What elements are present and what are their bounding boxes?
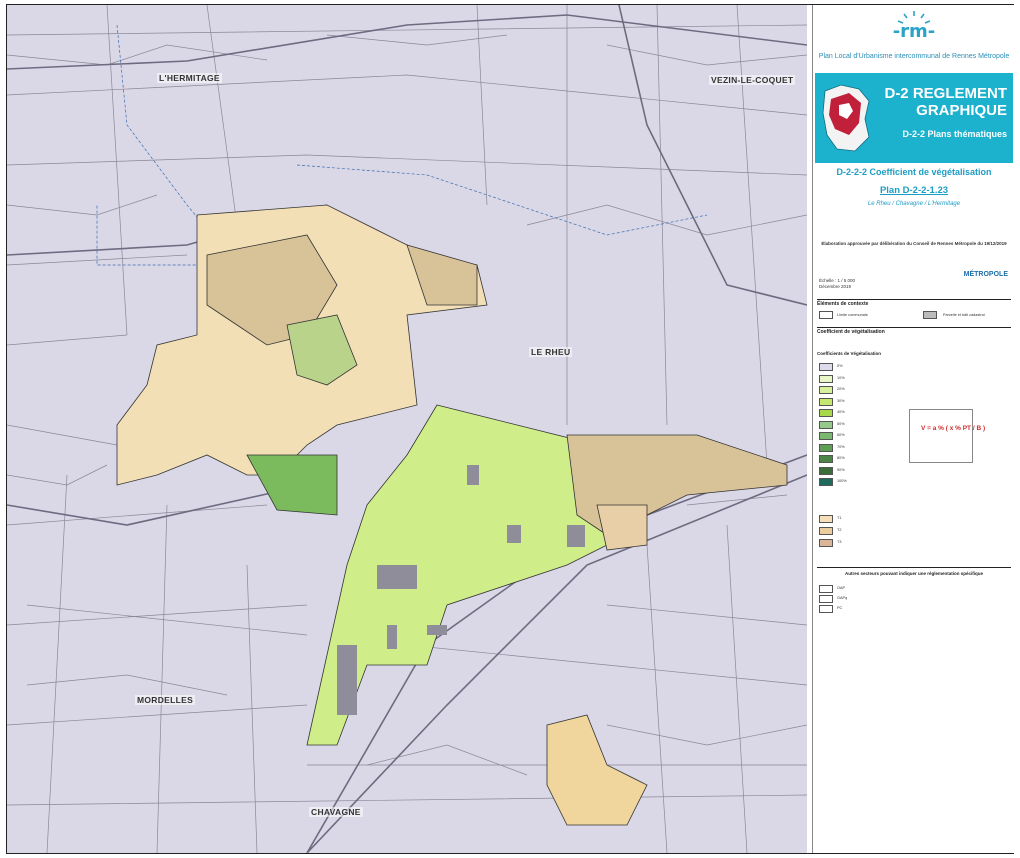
place-label-rheu: LE RHEU <box>529 347 573 357</box>
plu-title: Plan Local d'Urbanisme intercommunal de … <box>818 53 1010 60</box>
map-area[interactable]: L'HERMITAGE VEZIN-LE-COQUET LE RHEU MORD… <box>7 5 807 853</box>
divider <box>817 327 1011 328</box>
other-legend-swatch <box>819 585 833 593</box>
other-legend-swatch <box>819 595 833 603</box>
t-legend-code: T2 <box>837 528 842 532</box>
legend-panel: -rm- Plan Local d'Urbanisme intercommuna… <box>812 5 1014 853</box>
section-elements: Éléments de contexte <box>817 301 869 307</box>
metropole-logo: MÉTROPOLE <box>963 271 1008 278</box>
other-legend-code: OAPq <box>837 596 848 600</box>
coef-legend-code: 60% <box>837 433 845 437</box>
plan-number: Plan D-2-2-1.23 <box>879 185 949 196</box>
formula-box <box>909 409 973 463</box>
place-label-hermitage: L'HERMITAGE <box>157 73 222 83</box>
scale-info: Échelle : 1 / 5 000 Décembre 2019 <box>819 278 855 290</box>
coef-legend-code: 20% <box>837 387 845 391</box>
coef-legend-swatch <box>819 363 833 371</box>
coef-legend-code: 30% <box>837 398 845 403</box>
coef-legend-code: 70% <box>837 444 845 449</box>
banner-title: D-2 REGLEMENT GRAPHIQUE <box>884 85 1007 119</box>
banner-subtitle: D-2-2 Plans thématiques <box>902 129 1007 139</box>
approval-note: Élaboration approuvée par délibération d… <box>821 241 1007 246</box>
t-legend-code: T1 <box>837 516 842 520</box>
coef-legend-swatch <box>819 443 833 452</box>
date: Décembre 2019 <box>819 284 852 289</box>
coef-legend-swatch <box>819 374 833 383</box>
other-legend-swatch <box>819 605 833 613</box>
parcelle-label: Parcelle et bâti cadastral <box>943 313 985 317</box>
limite-label: Limite communale <box>837 313 868 317</box>
metropole-thumbnail-map <box>822 84 870 152</box>
coef-legend-swatch <box>819 397 833 406</box>
title-banner: D-2 REGLEMENT GRAPHIQUE D-2-2 Plans thém… <box>815 73 1013 163</box>
other-legend-code: PC <box>837 606 843 610</box>
coef-legend-code: 0% <box>837 364 843 368</box>
section-coef: Coefficient de végétalisation <box>817 329 885 335</box>
place-label-mordelles: MORDELLES <box>135 695 196 705</box>
t-legend-swatch <box>819 539 833 547</box>
t-legend-swatch <box>819 515 833 523</box>
coef-legend-code: 10% <box>837 375 845 380</box>
coef-legend-swatch <box>819 409 833 417</box>
coef-legend-code: 50% <box>837 421 845 426</box>
logo-text: -rm- <box>893 21 936 42</box>
coef-legend-swatch <box>819 386 833 394</box>
place-label-vezin: VEZIN-LE-COQUET <box>709 75 796 85</box>
place-label-chavagne: CHAVAGNE <box>309 807 363 817</box>
communes: Le Rheu / Chavagne / L'Hermitage <box>867 201 961 207</box>
limite-swatch <box>819 311 833 319</box>
t-legend-code: T3 <box>837 540 842 544</box>
map-canvas <box>7 5 807 853</box>
coef-legend-swatch <box>819 455 833 463</box>
t-legend-swatch <box>819 527 833 535</box>
section-coef-list: Coefficients de Végétalisation <box>817 351 882 356</box>
coef-legend-code: 80% <box>837 456 845 460</box>
coef-legend-code: 90% <box>837 467 845 472</box>
coef-legend-code: 100% <box>837 479 847 483</box>
theme-title: D-2-2-2 Coefficient de végétalisation <box>836 167 992 177</box>
coef-legend-swatch <box>819 420 833 429</box>
parcelle-swatch <box>923 311 937 319</box>
rm-logo: -rm- <box>813 7 1015 48</box>
coef-legend-swatch <box>819 478 833 486</box>
formula: V = a % ( x % PT / B ) <box>921 425 986 432</box>
divider <box>817 567 1011 568</box>
divider <box>817 299 1011 300</box>
coef-legend-code: 40% <box>837 410 845 414</box>
sun-icon: -rm- <box>893 11 936 42</box>
coef-legend-swatch <box>819 466 833 475</box>
coef-legend-swatch <box>819 432 833 440</box>
other-legend-code: OAP <box>837 586 846 590</box>
other-sectors-title: Autres secteurs pouvant indiquer une rég… <box>844 571 984 576</box>
